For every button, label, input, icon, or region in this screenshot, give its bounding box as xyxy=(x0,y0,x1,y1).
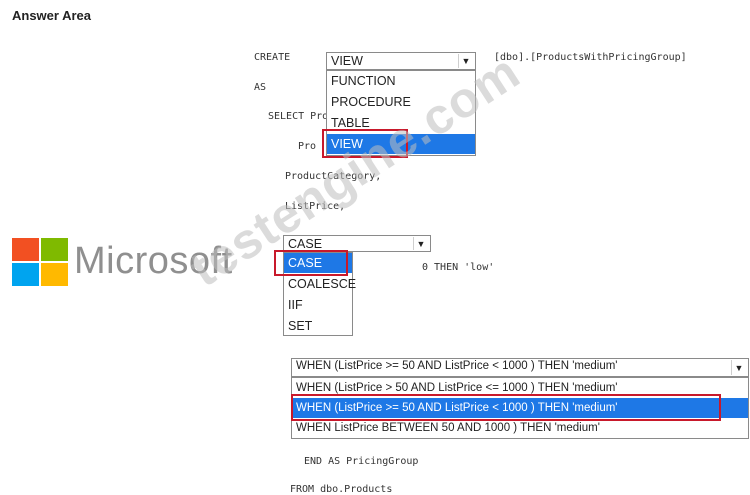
object-type-select[interactable]: VIEW ▼ xyxy=(326,52,476,70)
answer-area-title: Answer Area xyxy=(12,8,91,23)
code-end-as: END AS PricingGroup xyxy=(304,456,419,467)
code-as: AS xyxy=(254,82,267,93)
code-then-low: 0 THEN 'low' xyxy=(422,262,495,273)
chevron-down-icon[interactable]: ▼ xyxy=(731,360,746,375)
when-clause-select[interactable]: WHEN (ListPrice >= 50 AND ListPrice < 10… xyxy=(291,358,749,377)
code-prod-frag: Pro xyxy=(298,141,317,152)
code-from: FROM dbo.Products xyxy=(290,484,393,495)
code-view-name: [dbo].[ProductsWithPricingGroup] xyxy=(494,52,687,63)
option-when-3[interactable]: WHEN ListPrice BETWEEN 50 AND 1000 ) THE… xyxy=(292,418,748,438)
chevron-down-icon[interactable]: ▼ xyxy=(413,237,428,250)
answer-highlight-box xyxy=(291,394,721,421)
code-create: CREATE xyxy=(254,52,291,63)
option-iif[interactable]: IIF xyxy=(284,295,352,315)
when-clause-selected: WHEN (ListPrice >= 50 AND ListPrice < 10… xyxy=(296,360,618,372)
answer-highlight-box xyxy=(274,250,348,276)
object-type-selected: VIEW xyxy=(331,54,363,68)
microsoft-logo-icon xyxy=(12,238,70,288)
option-coalesce[interactable]: COALESCE xyxy=(284,274,356,294)
option-set[interactable]: SET xyxy=(284,316,352,336)
